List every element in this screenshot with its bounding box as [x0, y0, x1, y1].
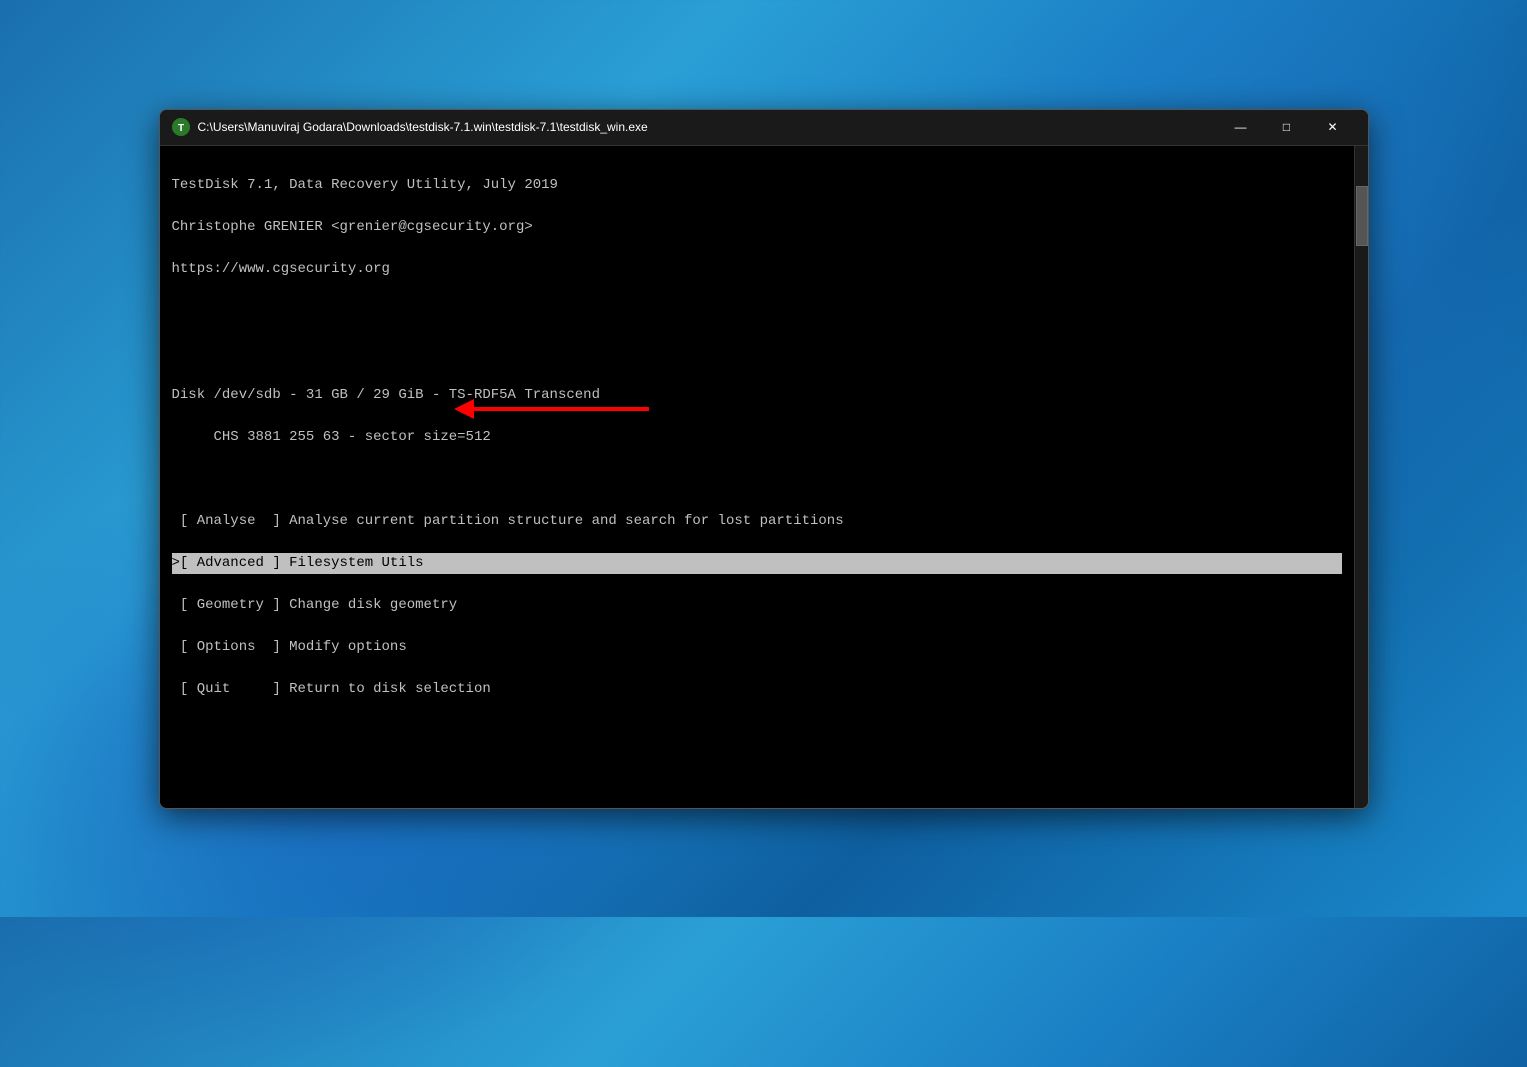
terminal-spacer: [172, 469, 1342, 490]
close-button[interactable]: ✕: [1310, 111, 1356, 143]
terminal-line-4: [172, 301, 1342, 322]
vertical-scrollbar[interactable]: [1354, 146, 1368, 808]
maximize-button[interactable]: □: [1264, 111, 1310, 143]
menu-quit[interactable]: [ Quit ] Return to disk selection: [172, 679, 1342, 700]
window-title: C:\Users\Manuviraj Godara\Downloads\test…: [198, 120, 1218, 134]
minimize-button[interactable]: —: [1218, 111, 1264, 143]
content-area: TestDisk 7.1, Data Recovery Utility, Jul…: [160, 146, 1368, 808]
terminal-line-3: https://www.cgsecurity.org: [172, 259, 1342, 280]
terminal-line-1: TestDisk 7.1, Data Recovery Utility, Jul…: [172, 175, 1342, 196]
window-controls: — □ ✕: [1218, 111, 1356, 143]
app-icon: T: [172, 118, 190, 136]
spacer-3: [172, 805, 1342, 808]
menu-advanced[interactable]: >[ Advanced ] Filesystem Utils: [172, 553, 1342, 574]
terminal-output[interactable]: TestDisk 7.1, Data Recovery Utility, Jul…: [160, 146, 1354, 808]
menu-analyse[interactable]: [ Analyse ] Analyse current partition st…: [172, 511, 1342, 532]
disk-info-2: CHS 3881 255 63 - sector size=512: [172, 427, 1342, 448]
terminal-line-5: [172, 343, 1342, 364]
spacer-2: [172, 763, 1342, 784]
menu-options[interactable]: [ Options ] Modify options: [172, 637, 1342, 658]
svg-text:T: T: [177, 123, 183, 134]
scrollbar-thumb[interactable]: [1356, 186, 1368, 246]
terminal-window: T C:\Users\Manuviraj Godara\Downloads\te…: [159, 109, 1369, 809]
spacer-1: [172, 721, 1342, 742]
title-bar: T C:\Users\Manuviraj Godara\Downloads\te…: [160, 110, 1368, 146]
disk-info-1: Disk /dev/sdb - 31 GB / 29 GiB - TS-RDF5…: [172, 385, 1342, 406]
menu-geometry[interactable]: [ Geometry ] Change disk geometry: [172, 595, 1342, 616]
terminal-line-2: Christophe GRENIER <grenier@cgsecurity.o…: [172, 217, 1342, 238]
